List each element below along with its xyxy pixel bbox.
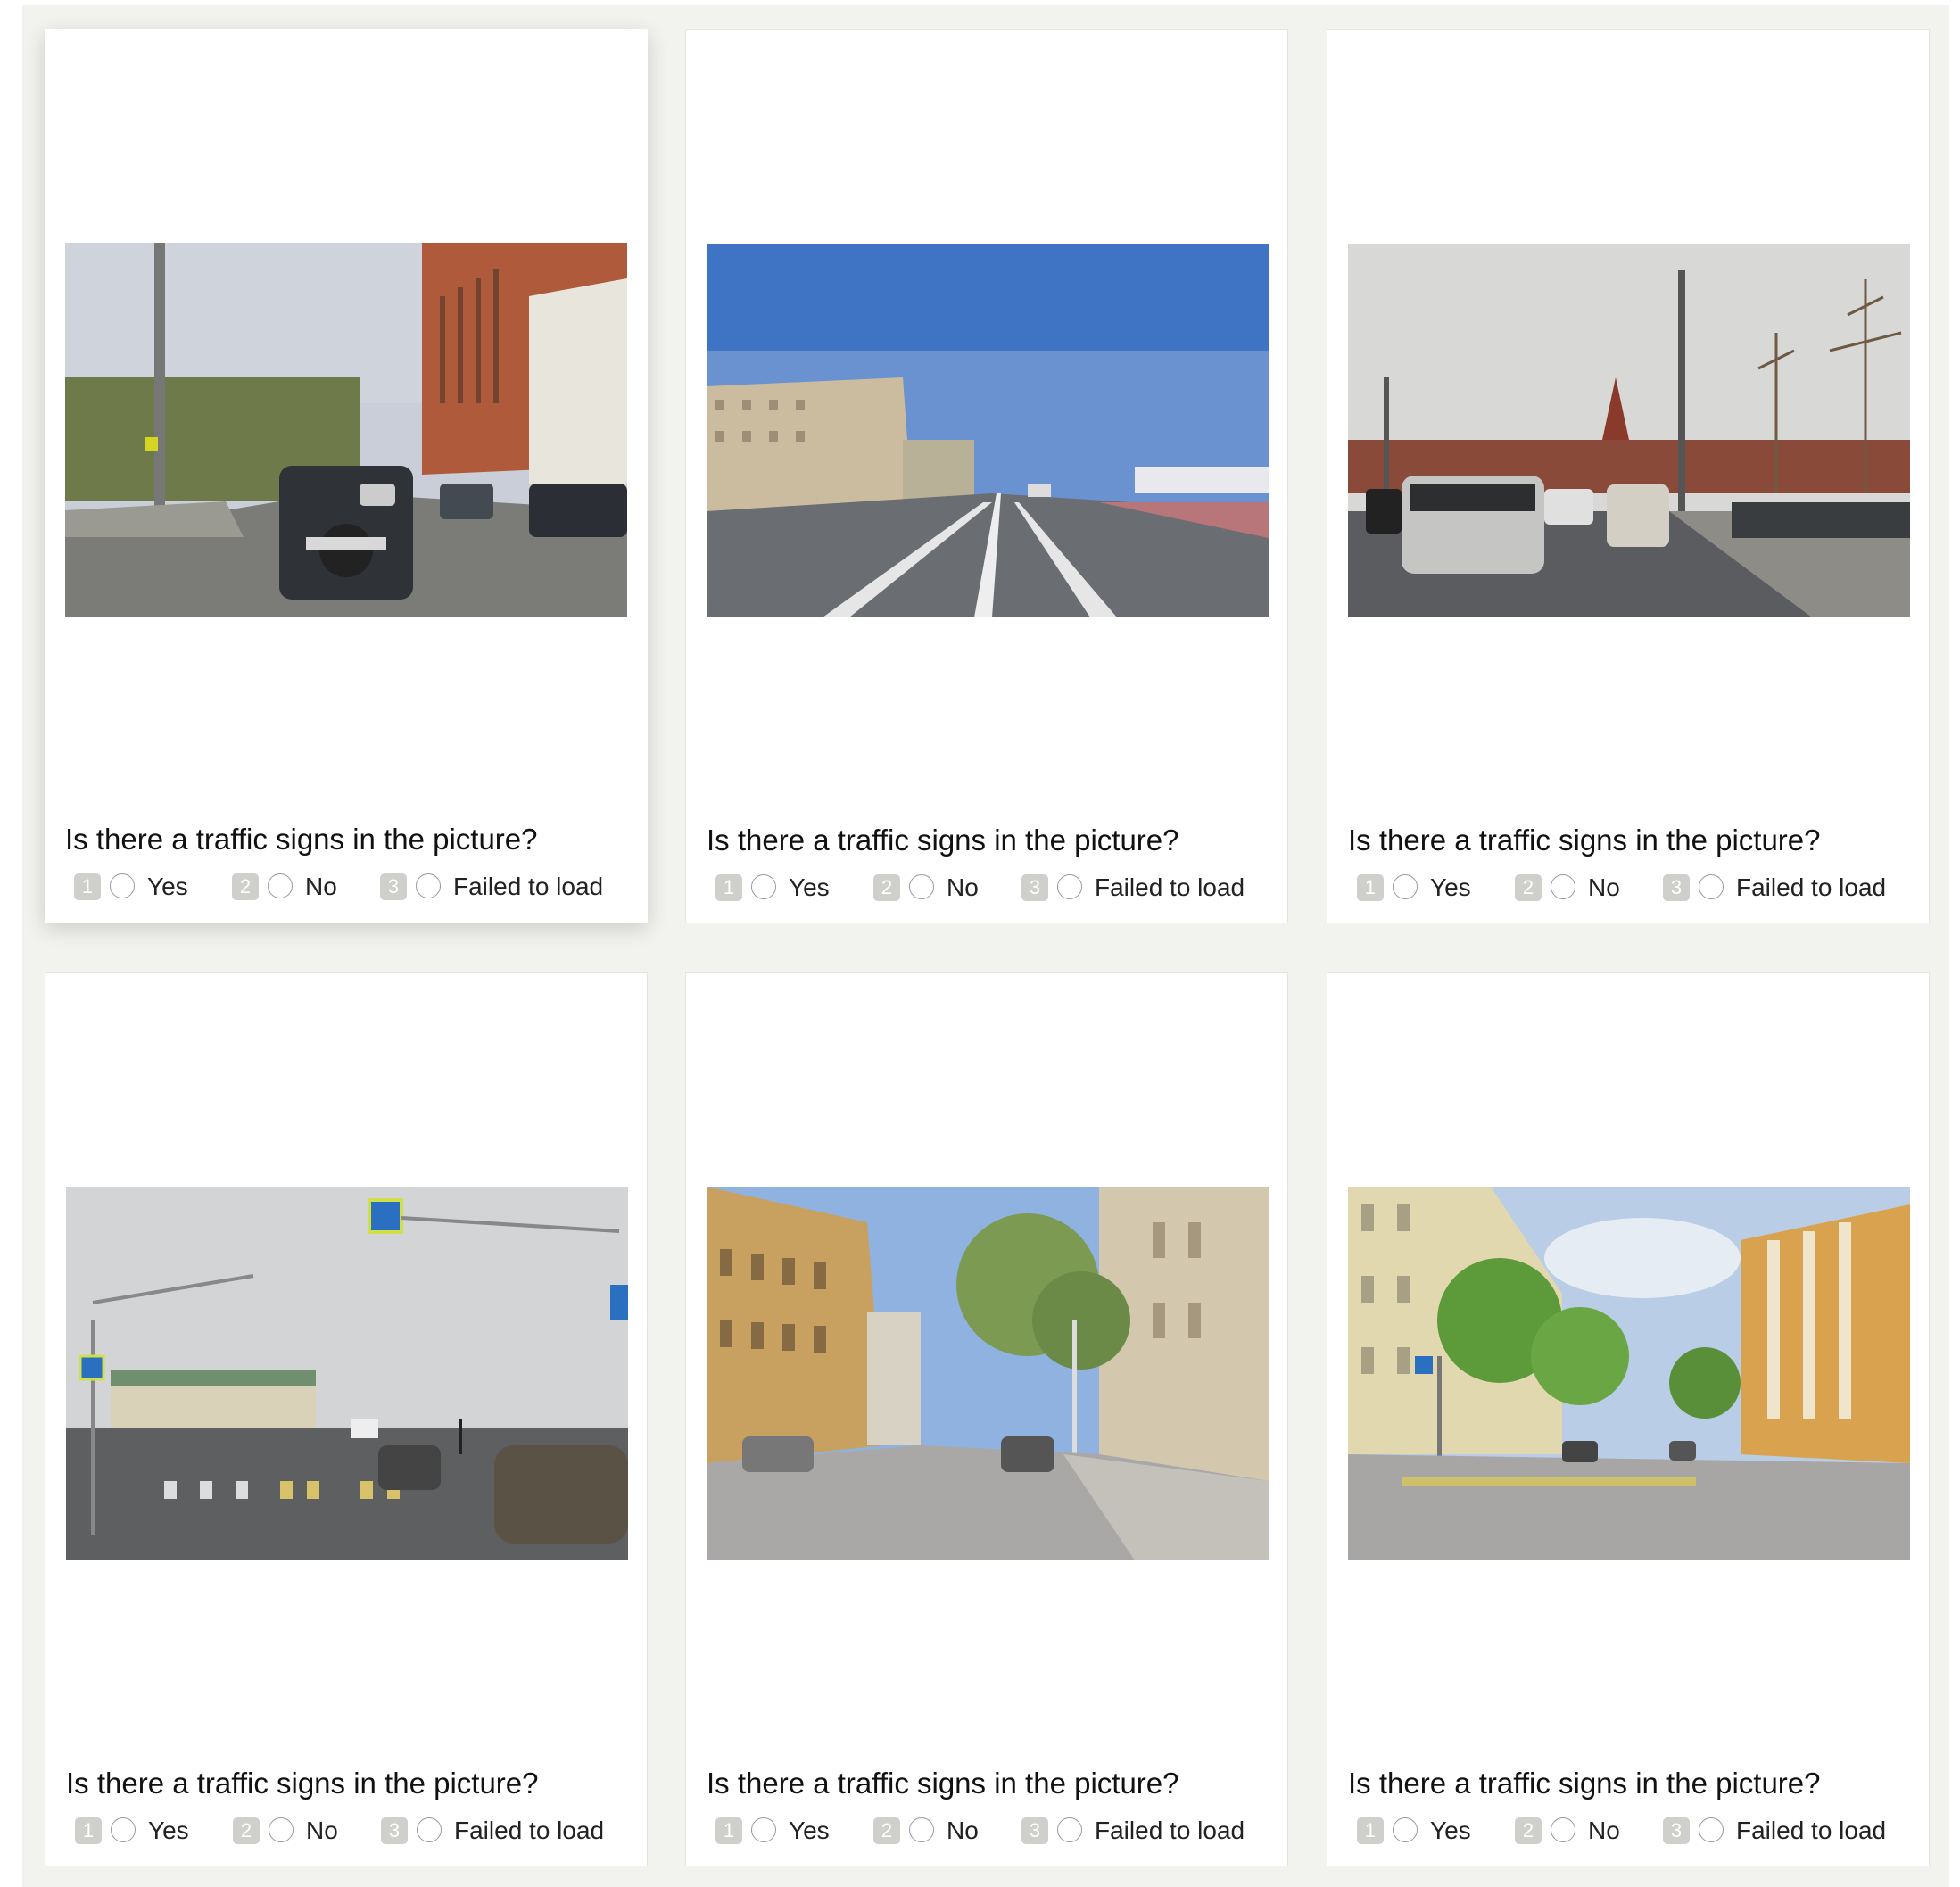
- radio-yes[interactable]: [111, 1817, 136, 1842]
- option-yes-label: Yes: [1430, 873, 1471, 901]
- radio-yes[interactable]: [751, 874, 776, 899]
- street-photo: [66, 1187, 628, 1560]
- radio-no[interactable]: [1551, 874, 1575, 899]
- option-failed-label: Failed to load: [1736, 1817, 1887, 1844]
- radio-failed[interactable]: [1057, 1817, 1082, 1842]
- hotkey-badge: 2: [232, 873, 259, 900]
- hotkey-badge: 3: [380, 873, 407, 900]
- option-yes-label: Yes: [148, 1817, 189, 1844]
- hotkey-badge: 2: [233, 1817, 260, 1844]
- hotkey-badge: 2: [873, 874, 900, 901]
- option-no-label: No: [306, 1817, 338, 1844]
- street-photo: [707, 244, 1269, 617]
- option-failed-label: Failed to load: [1095, 873, 1245, 901]
- option-yes-label: Yes: [147, 873, 188, 900]
- hotkey-badge: 1: [75, 1817, 102, 1844]
- hotkey-badge: 1: [715, 874, 742, 901]
- hotkey-badge: 2: [1515, 874, 1542, 901]
- option-failed-label: Failed to load: [454, 1817, 605, 1844]
- street-photo: [707, 1187, 1269, 1560]
- hotkey-badge: 3: [1663, 874, 1690, 901]
- radio-yes[interactable]: [110, 873, 135, 898]
- option-failed-label: Failed to load: [453, 873, 604, 900]
- street-photo: [65, 243, 627, 617]
- question-text: Is there a traffic signs in the picture?: [707, 1767, 1179, 1800]
- hotkey-badge: 2: [873, 1817, 900, 1844]
- option-no-label: No: [947, 873, 979, 901]
- radio-no[interactable]: [909, 1817, 934, 1842]
- street-photo: [1348, 244, 1910, 617]
- option-yes-label: Yes: [1430, 1817, 1471, 1844]
- radio-yes[interactable]: [1393, 874, 1418, 899]
- radio-no[interactable]: [268, 873, 293, 898]
- task-grid: Is there a traffic signs in the picture?…: [22, 5, 1949, 1887]
- radio-yes[interactable]: [751, 1817, 776, 1842]
- radio-failed[interactable]: [1699, 874, 1724, 899]
- hotkey-badge: 1: [1357, 1817, 1384, 1844]
- question-text: Is there a traffic signs in the picture?: [707, 823, 1179, 857]
- radio-failed[interactable]: [1057, 874, 1082, 899]
- task-card[interactable]: Is there a traffic signs in the picture?…: [1327, 972, 1930, 1866]
- hotkey-badge: 2: [1515, 1817, 1542, 1844]
- task-card[interactable]: Is there a traffic signs in the picture?…: [45, 972, 648, 1866]
- radio-no[interactable]: [1551, 1817, 1575, 1842]
- radio-no[interactable]: [269, 1817, 294, 1842]
- option-yes-label: Yes: [789, 1817, 830, 1844]
- question-text: Is there a traffic signs in the picture?: [1348, 823, 1821, 857]
- task-card[interactable]: Is there a traffic signs in the picture?…: [1327, 29, 1930, 923]
- option-no-label: No: [1588, 1817, 1620, 1844]
- hotkey-badge: 3: [1021, 874, 1048, 901]
- question-text: Is there a traffic signs in the picture?: [65, 823, 538, 856]
- hotkey-badge: 1: [74, 873, 101, 900]
- option-yes-label: Yes: [789, 873, 830, 901]
- radio-failed[interactable]: [1699, 1817, 1724, 1842]
- hotkey-badge: 3: [1021, 1817, 1048, 1844]
- radio-no[interactable]: [909, 874, 934, 899]
- hotkey-badge: 3: [381, 1817, 408, 1844]
- hotkey-badge: 1: [715, 1817, 742, 1844]
- option-no-label: No: [947, 1817, 979, 1844]
- task-card[interactable]: Is there a traffic signs in the picture?…: [685, 972, 1288, 1866]
- radio-failed[interactable]: [417, 1817, 442, 1842]
- question-text: Is there a traffic signs in the picture?: [66, 1767, 539, 1800]
- question-text: Is there a traffic signs in the picture?: [1348, 1767, 1821, 1800]
- radio-failed[interactable]: [416, 873, 441, 898]
- street-photo: [1348, 1187, 1910, 1560]
- option-no-label: No: [305, 873, 337, 900]
- option-failed-label: Failed to load: [1095, 1817, 1245, 1844]
- task-card[interactable]: Is there a traffic signs in the picture?…: [685, 29, 1288, 923]
- option-failed-label: Failed to load: [1736, 873, 1887, 901]
- task-card[interactable]: Is there a traffic signs in the picture?…: [45, 29, 648, 923]
- hotkey-badge: 1: [1357, 874, 1384, 901]
- option-no-label: No: [1588, 873, 1620, 901]
- hotkey-badge: 3: [1663, 1817, 1690, 1844]
- radio-yes[interactable]: [1393, 1817, 1418, 1842]
